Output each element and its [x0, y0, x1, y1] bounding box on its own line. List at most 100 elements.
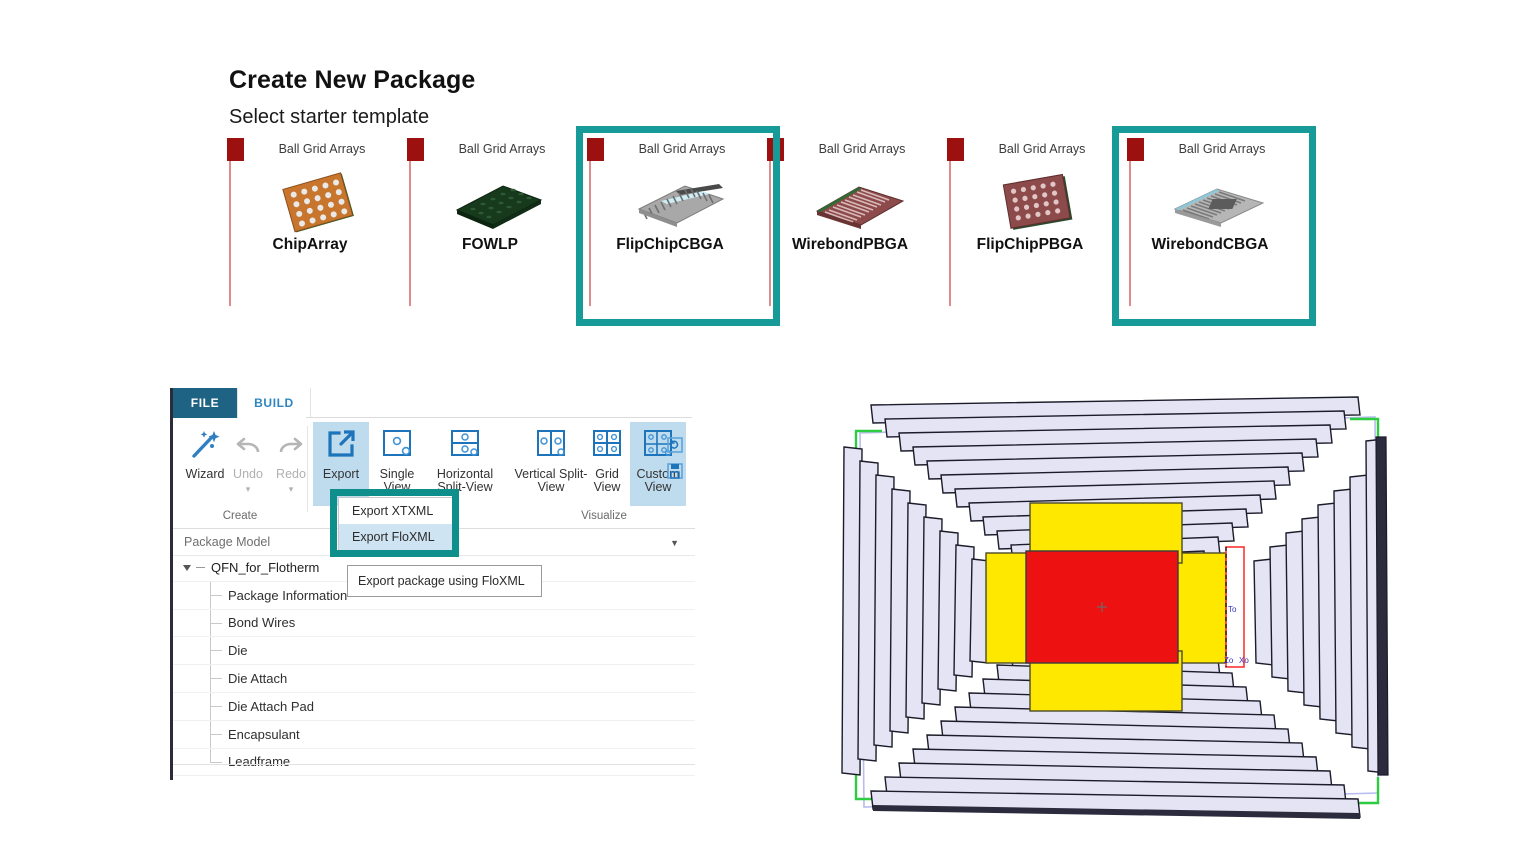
ribbon-group-label-visualize: Visualize [581, 510, 627, 522]
screenshot-root: Create New Package Select starter templa… [0, 0, 1536, 864]
template-card-wirebondpbga[interactable]: Ball Grid Arrays WirebondPBGA [760, 126, 940, 326]
restore-view-icon[interactable] [666, 436, 684, 459]
chevron-down-icon[interactable]: ▼ [670, 538, 679, 548]
horizontal-split-view-button[interactable]: Horizontal Split-View [429, 422, 501, 506]
tree-branch [210, 761, 222, 763]
red-flag-icon [587, 138, 604, 161]
ribbon-separator [307, 426, 308, 512]
tree-stem [210, 748, 211, 762]
tree-row[interactable]: Bond Wires [173, 609, 695, 638]
vertical-split-view-button[interactable]: Vertical Split-View [515, 422, 587, 506]
tree-bottom-divider [173, 764, 695, 765]
tree-row[interactable]: Die Attach [173, 665, 695, 693]
wirebondcbga-thumbnail [1154, 170, 1284, 236]
axis-label-zo: Zo [1224, 656, 1234, 665]
tree-row[interactable]: Die Attach Pad [173, 692, 695, 721]
wirebondpbga-thumbnail [794, 170, 924, 236]
fowlp-thumbnail [434, 170, 564, 236]
export-floxml-tooltip: Export package using FloXML [347, 565, 542, 597]
template-card-flipchipcbga[interactable]: Ball Grid Arrays FlipChipCBGA [580, 126, 760, 326]
single-view-button[interactable]: Single View [369, 422, 425, 506]
tree-row[interactable]: Encapsulant [173, 720, 695, 749]
export-dropdown-menu: Export XTXML Export FloXML [338, 497, 453, 551]
package-model-label: Package Model [184, 535, 271, 549]
tree-branch [210, 622, 222, 624]
template-category: Ball Grid Arrays [1178, 142, 1266, 156]
flipchipcbga-thumbnail [614, 170, 744, 236]
tree-node-label: Die Attach [228, 671, 288, 687]
template-name: FlipChipPBGA [976, 236, 1084, 253]
tree-node-label: Leadframe [228, 754, 291, 770]
template-category: Ball Grid Arrays [998, 142, 1086, 156]
export-arrow-icon [324, 422, 358, 466]
chiparray-thumbnail [254, 170, 384, 236]
package-3d-preview[interactable]: To Zo Xo [830, 375, 1410, 825]
redo-arrow-icon [274, 422, 308, 466]
save-view-icon[interactable] [666, 462, 684, 485]
red-flag-icon [407, 138, 424, 161]
tree-node-label: Encapsulant [228, 726, 300, 742]
template-name: ChipArray [272, 236, 348, 253]
single-view-label: Single View [379, 467, 415, 494]
ribbon-tabstrip: FILE BUILD [173, 388, 695, 418]
template-name: FlipChipCBGA [616, 236, 724, 253]
undo-arrow-icon [231, 422, 265, 466]
tree-node-label: Package Information [228, 587, 348, 603]
template-name: WirebondPBGA [791, 236, 909, 253]
magic-wand-icon [188, 422, 222, 466]
horizontal-split-view-label: Horizontal Split-View [436, 467, 494, 494]
template-category: Ball Grid Arrays [458, 142, 546, 156]
flag-pole-icon [769, 140, 771, 306]
template-category: Ball Grid Arrays [278, 142, 366, 156]
template-card-fowlp[interactable]: Ball Grid Arrays FOWLP [400, 126, 580, 326]
vertical-split-view-label: Vertical Split-View [514, 467, 588, 494]
tree-dash [196, 567, 205, 568]
export-button[interactable]: Export [313, 422, 369, 506]
tab-file[interactable]: FILE [173, 388, 237, 418]
tree-root-label: QFN_for_Flotherm [211, 559, 320, 575]
tree-branch [210, 594, 222, 596]
flag-pole-icon [949, 140, 951, 306]
tree-node-label: Bond Wires [228, 615, 296, 631]
tree-branch [210, 705, 222, 707]
flag-pole-icon [229, 140, 231, 306]
menu-item-export-xtxml[interactable]: Export XTXML [339, 498, 452, 524]
template-card-wirebondcbga[interactable]: Ball Grid Arrays WirebondCBGA [1120, 126, 1300, 326]
grid-view-label: Grid View [593, 467, 621, 494]
ribbon-group-label-create: Create [222, 510, 258, 522]
template-category: Ball Grid Arrays [818, 142, 906, 156]
red-flag-icon [767, 138, 784, 161]
template-name: WirebondCBGA [1151, 236, 1269, 253]
grid-view-button[interactable]: Grid View [585, 422, 629, 506]
horizontal-split-view-icon [448, 422, 482, 466]
page-title: Create New Package [229, 66, 476, 94]
undo-dropdown-caret-icon[interactable]: ▾ [246, 481, 251, 494]
tree-branch [210, 678, 222, 680]
ribbon-group-create: Wizard Undo ▾ Redo ▾ Create [177, 418, 306, 528]
tree-row[interactable]: Leadframe [173, 748, 695, 777]
menu-item-export-floxml[interactable]: Export FloXML [339, 524, 452, 550]
tree-node-label: Die Attach Pad [228, 698, 314, 714]
redo-dropdown-caret-icon[interactable]: ▾ [289, 481, 294, 494]
axis-label-to: To [1228, 605, 1237, 614]
single-view-icon [380, 422, 414, 466]
tree-branch [210, 733, 222, 735]
grid-view-icon [590, 422, 624, 466]
vertical-split-view-icon [534, 422, 568, 466]
tree-row[interactable]: Die [173, 637, 695, 666]
flipchippbga-thumbnail [974, 170, 1104, 236]
tree-branch [210, 650, 222, 652]
red-flag-icon [947, 138, 964, 161]
export-label: Export [322, 467, 360, 481]
starter-template-gallery: Ball Grid Arrays ChipArray Ball Grid Arr… [0, 126, 1536, 332]
red-flag-icon [227, 138, 244, 161]
template-card-flipchippbga[interactable]: Ball Grid Arrays FlipChipPBGA [940, 126, 1120, 326]
tab-build[interactable]: BUILD [237, 388, 311, 418]
flag-pole-icon [409, 140, 411, 306]
redo-button[interactable]: Redo ▾ [263, 422, 319, 506]
expand-triangle-icon[interactable] [183, 565, 191, 571]
template-card-chiparray[interactable]: Ball Grid Arrays ChipArray [220, 126, 400, 326]
template-name: FOWLP [462, 236, 518, 253]
flag-pole-icon [589, 140, 591, 306]
red-flag-icon [1127, 138, 1144, 161]
